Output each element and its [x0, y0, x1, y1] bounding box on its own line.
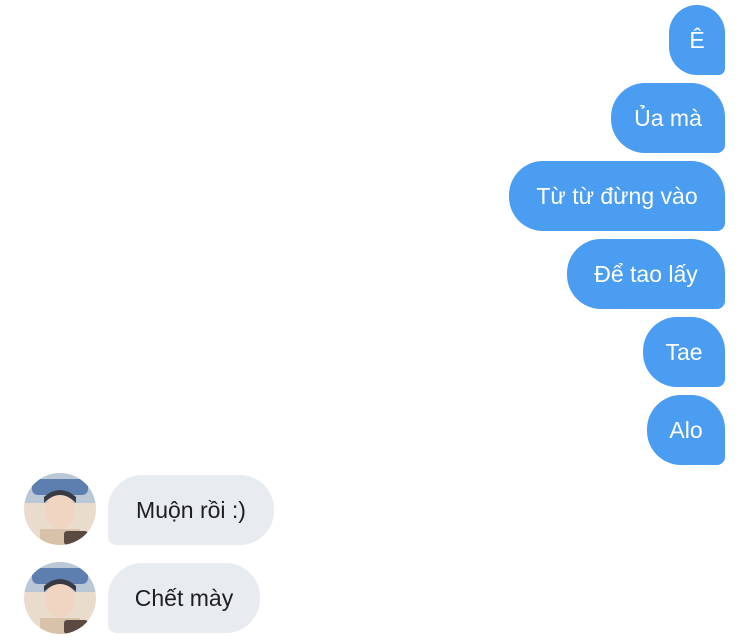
outgoing-message-bubble[interactable]: Từ từ đừng vào — [509, 161, 725, 231]
message-text: Alo — [669, 416, 703, 443]
incoming-message-bubble[interactable]: Muộn rồi :) — [108, 475, 274, 545]
contact-avatar[interactable] — [24, 562, 96, 634]
message-text: Ê — [689, 26, 705, 53]
message-text: Chết mày — [134, 584, 234, 611]
outgoing-message-bubble[interactable]: Ê — [669, 5, 725, 75]
avatar-image — [24, 473, 96, 545]
outgoing-message-bubble[interactable]: Để tao lấy — [567, 239, 725, 309]
outgoing-message-bubble[interactable]: Ủa mà — [611, 83, 725, 153]
message-text: Muộn rồi :) — [136, 496, 246, 523]
message-text: Tae — [665, 338, 703, 365]
contact-avatar[interactable] — [24, 473, 96, 545]
message-text: Ủa mà — [634, 104, 702, 131]
outgoing-message-bubble[interactable]: Tae — [643, 317, 725, 387]
message-text: Để tao lấy — [594, 260, 698, 287]
outgoing-message-bubble[interactable]: Alo — [647, 395, 725, 465]
incoming-message-bubble[interactable]: Chết mày — [108, 563, 260, 633]
avatar-image — [24, 562, 96, 634]
message-text: Từ từ đừng vào — [536, 182, 698, 209]
